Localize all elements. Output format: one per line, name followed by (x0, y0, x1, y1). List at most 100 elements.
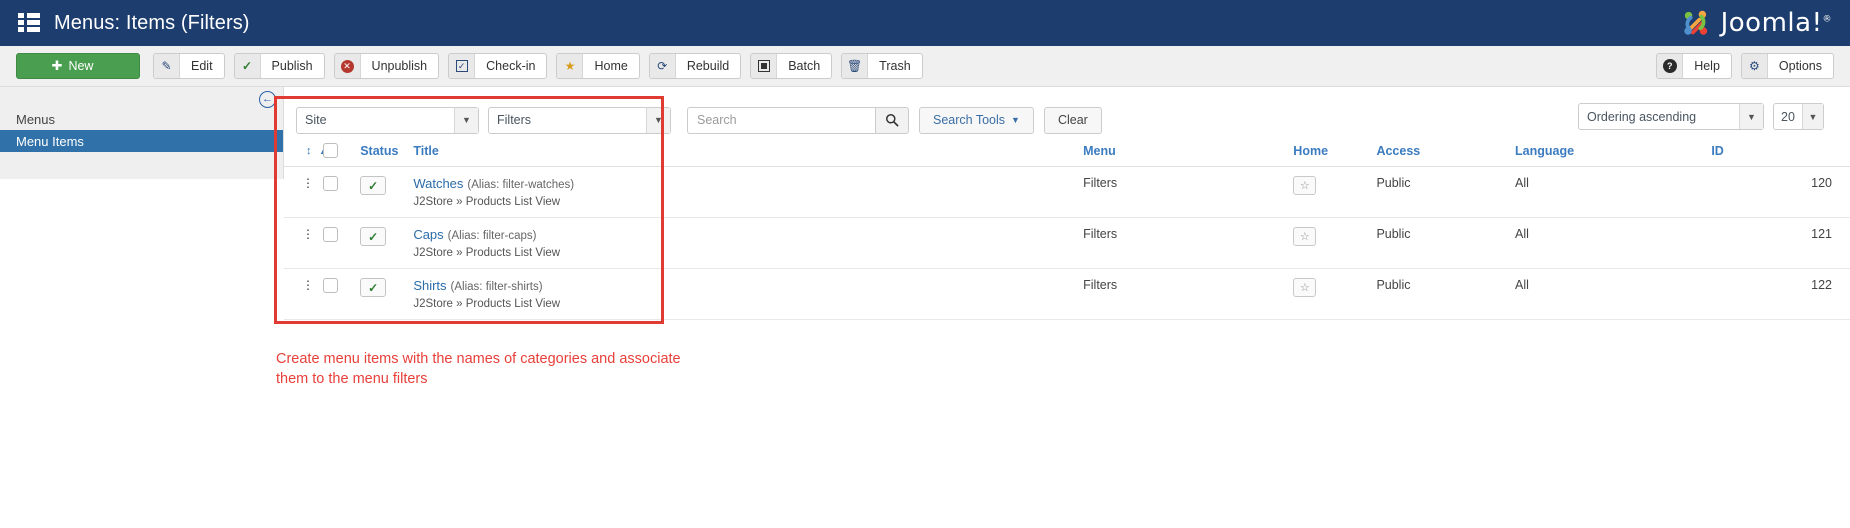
batch-button[interactable]: Batch (750, 53, 832, 79)
drag-handle-cell[interactable]: ⋮ (284, 167, 323, 218)
rebuild-button-label: Rebuild (676, 54, 740, 78)
refresh-icon: ⟳ (650, 54, 676, 78)
menu-select[interactable]: Filters ▼ (488, 107, 671, 134)
list-controls: Ordering ascending ▼ 20 ▼ (1578, 103, 1833, 130)
site-select[interactable]: Site ▼ (296, 107, 479, 134)
drag-handle-icon[interactable]: ⋮ (302, 178, 314, 188)
batch-button-label: Batch (777, 54, 831, 78)
chevron-down-icon: ▼ (646, 108, 670, 133)
drag-handle-cell[interactable]: ⋮ (284, 218, 323, 269)
search-tools-button[interactable]: Search Tools ▼ (919, 107, 1034, 134)
menu-grid-icon[interactable] (18, 13, 40, 33)
menu-item-title-link[interactable]: Shirts (413, 278, 446, 293)
star-icon: ★ (557, 54, 583, 78)
home-button-label: Home (583, 54, 638, 78)
toolbar: ✚ New ✎ Edit ✓ Publish ✕ Unpublish ✓ Che… (0, 46, 1850, 87)
row-access-cell: Public (1376, 167, 1515, 218)
access-column-header[interactable]: Access (1376, 137, 1515, 167)
edit-button-label: Edit (180, 54, 224, 78)
status-published-icon[interactable]: ✓ (360, 227, 386, 246)
home-star-icon[interactable]: ☆ (1293, 278, 1316, 297)
chevron-down-icon: ▼ (1802, 104, 1823, 129)
ordering-select-value: Ordering ascending (1579, 110, 1739, 124)
ordering-select[interactable]: Ordering ascending ▼ (1578, 103, 1764, 130)
table-row: ⋮ ✓ Shirts(Alias: filter-shirts) J2Store… (284, 269, 1850, 320)
joomla-logo: Joomla!® (1679, 6, 1832, 40)
row-language-cell: All (1515, 218, 1711, 269)
options-button-label: Options (1768, 54, 1833, 78)
status-published-icon[interactable]: ✓ (360, 278, 386, 297)
drag-handle-icon[interactable]: ⋮ (302, 229, 314, 239)
language-column-header[interactable]: Language (1515, 137, 1711, 167)
row-id-cell: 121 (1711, 218, 1850, 269)
new-button[interactable]: ✚ New (16, 53, 140, 79)
unpublish-button-label: Unpublish (361, 54, 439, 78)
home-column-header[interactable]: Home (1293, 137, 1376, 167)
row-title-cell: Watches(Alias: filter-watches) J2Store »… (413, 167, 1083, 218)
sidebar-item-menus[interactable]: Menus (0, 109, 283, 130)
search-submit-button[interactable] (875, 107, 909, 134)
arrow-left-circle-icon[interactable]: ← (259, 91, 276, 108)
row-select-cell[interactable] (323, 269, 360, 320)
menu-item-title-link[interactable]: Watches (413, 176, 463, 191)
row-status-cell[interactable]: ✓ (360, 269, 413, 320)
select-all-header[interactable] (323, 137, 360, 167)
row-status-cell[interactable]: ✓ (360, 218, 413, 269)
sidebar-item-menu-items-label: Menu Items (16, 134, 84, 149)
table-header-row: ↕ ▲ Status Title Menu Home Access Langua… (284, 137, 1850, 167)
clear-button[interactable]: Clear (1044, 107, 1102, 134)
trash-button[interactable]: 🗑 Trash (841, 53, 923, 79)
id-column-header[interactable]: ID (1711, 137, 1850, 167)
select-all-checkbox[interactable] (323, 143, 338, 158)
menu-item-title-link[interactable]: Caps (413, 227, 443, 242)
new-button-label: New (62, 54, 104, 78)
publish-button[interactable]: ✓ Publish (234, 53, 325, 79)
row-language-cell: All (1515, 269, 1711, 320)
checkin-button[interactable]: ✓ Check-in (448, 53, 547, 79)
row-id-cell: 120 (1711, 167, 1850, 218)
row-select-cell[interactable] (323, 167, 360, 218)
row-home-cell[interactable]: ☆ (1293, 269, 1376, 320)
menu-item-subtitle: J2Store » Products List View (413, 298, 1083, 310)
publish-button-label: Publish (261, 54, 324, 78)
drag-handle-icon[interactable]: ⋮ (302, 280, 314, 290)
home-star-icon[interactable]: ☆ (1293, 176, 1316, 195)
row-checkbox[interactable] (323, 176, 338, 191)
edit-button[interactable]: ✎ Edit (153, 53, 225, 79)
rebuild-button[interactable]: ⟳ Rebuild (649, 53, 741, 79)
row-language-cell: All (1515, 167, 1711, 218)
menu-items-table: ↕ ▲ Status Title Menu Home Access Langua… (284, 137, 1850, 320)
options-button[interactable]: ⚙ Options (1741, 53, 1834, 79)
row-access-cell: Public (1376, 269, 1515, 320)
row-select-cell[interactable] (323, 218, 360, 269)
home-star-icon[interactable]: ☆ (1293, 227, 1316, 246)
drag-handle-cell[interactable]: ⋮ (284, 269, 323, 320)
search-input[interactable] (687, 107, 875, 134)
row-access-cell: Public (1376, 218, 1515, 269)
sidebar-item-menu-items[interactable]: Menu Items (0, 130, 283, 152)
gear-icon: ⚙ (1742, 54, 1768, 78)
help-button[interactable]: ? Help (1656, 53, 1732, 79)
chevron-down-icon: ▼ (1011, 115, 1020, 125)
title-column-header[interactable]: Title (413, 137, 1083, 167)
limit-select-value: 20 (1774, 110, 1802, 124)
status-published-icon[interactable]: ✓ (360, 176, 386, 195)
limit-select[interactable]: 20 ▼ (1773, 103, 1824, 130)
unpublish-button[interactable]: ✕ Unpublish (334, 53, 440, 79)
sort-column-header[interactable]: ↕ ▲ (284, 137, 323, 167)
row-home-cell[interactable]: ☆ (1293, 218, 1376, 269)
row-status-cell[interactable]: ✓ (360, 167, 413, 218)
menu-column-header[interactable]: Menu (1083, 137, 1293, 167)
row-home-cell[interactable]: ☆ (1293, 167, 1376, 218)
row-checkbox[interactable] (323, 278, 338, 293)
page-body: ← Menus Menu Items Site ▼ Filters ▼ (0, 87, 1850, 320)
chevron-down-icon: ▼ (1739, 104, 1763, 129)
row-menu-cell: Filters (1083, 218, 1293, 269)
home-button[interactable]: ★ Home (556, 53, 639, 79)
status-column-header[interactable]: Status (360, 137, 413, 167)
menu-item-subtitle: J2Store » Products List View (413, 196, 1083, 208)
filter-bar: Site ▼ Filters ▼ Search Tools ▼ (284, 95, 1850, 137)
row-checkbox[interactable] (323, 227, 338, 242)
sort-updown-icon[interactable]: ↕ (306, 145, 312, 157)
row-title-cell: Caps(Alias: filter-caps) J2Store » Produ… (413, 218, 1083, 269)
